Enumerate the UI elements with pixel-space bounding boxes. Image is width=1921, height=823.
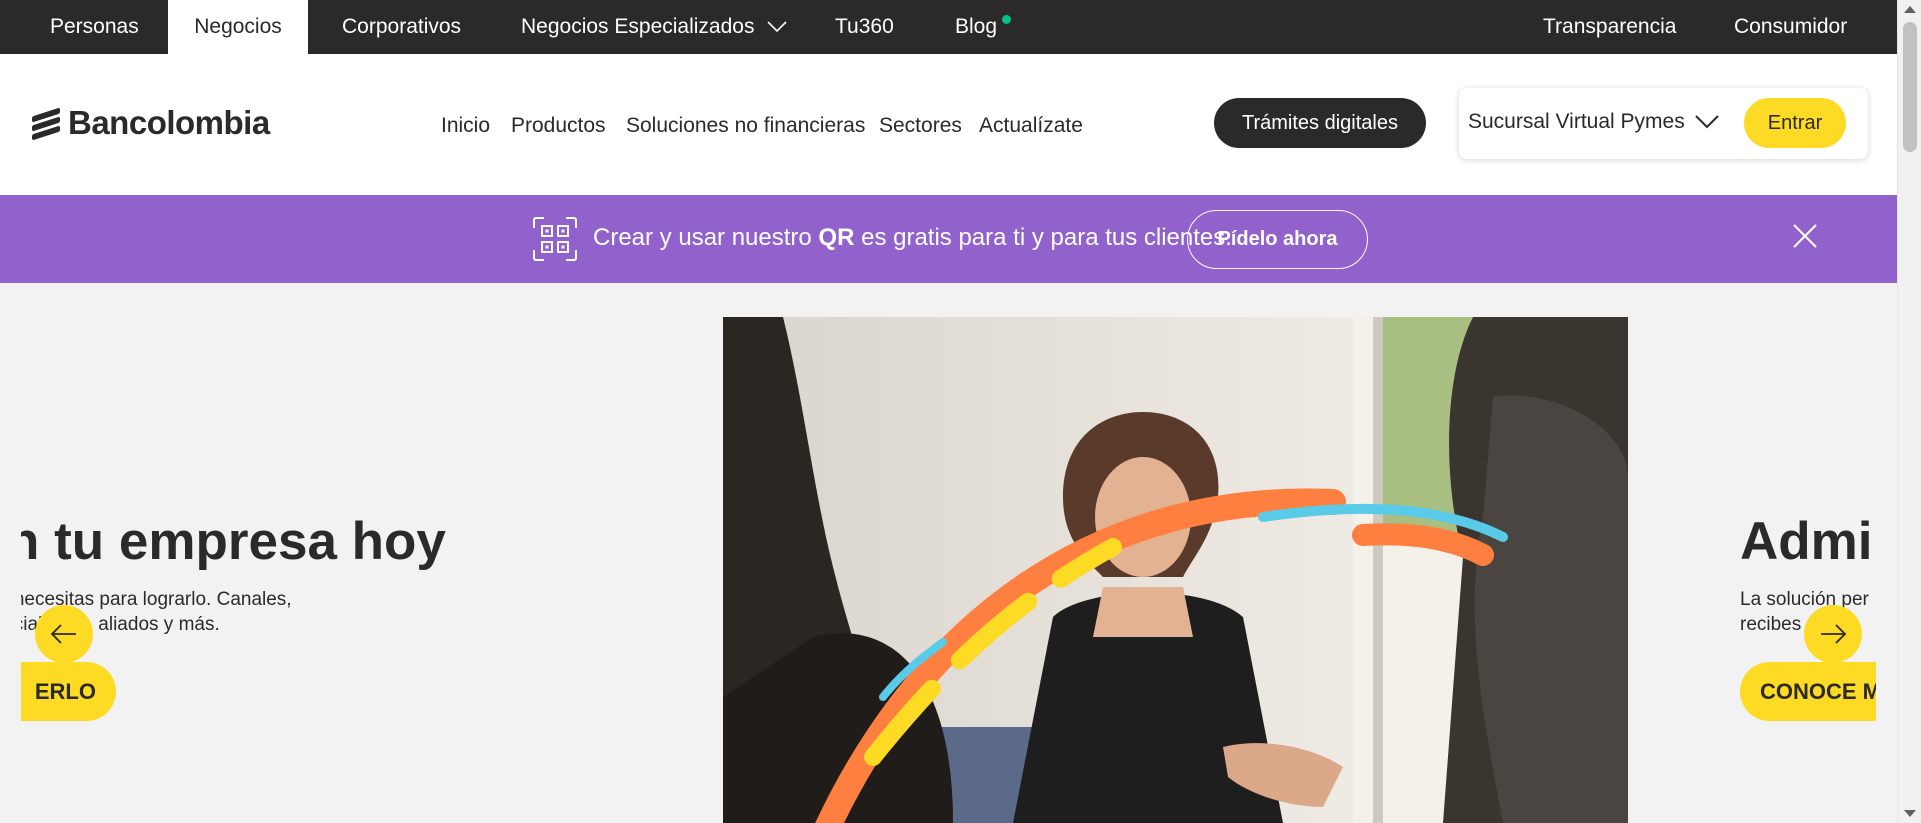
scrollbar-thumb[interactable] xyxy=(1903,22,1917,152)
topbar-item-label: Personas xyxy=(50,15,139,38)
scroll-down-arrow-icon[interactable] xyxy=(1904,810,1916,817)
nav-productos[interactable]: Productos xyxy=(511,114,606,138)
topbar-item-label: Tu360 xyxy=(835,15,894,38)
page-scrollbar[interactable] xyxy=(1897,0,1921,823)
topbar-item-blog[interactable]: Blog xyxy=(955,0,997,54)
sucursal-select[interactable]: Sucursal Virtual Pymes xyxy=(1468,110,1685,134)
pidelo-ahora-button[interactable]: Pídelo ahora xyxy=(1187,210,1368,269)
slide-description-line: La solución per xyxy=(1740,589,1869,610)
scroll-up-arrow-icon[interactable] xyxy=(1904,6,1916,13)
nav-soluciones-no-financieras[interactable]: Soluciones no financieras xyxy=(626,114,865,138)
hero-carousel: a con tu empresa hoy o que necesitas par… xyxy=(0,283,1897,823)
topbar-item-transparencia[interactable]: Transparencia xyxy=(1543,0,1676,54)
topbar-item-label: Blog xyxy=(955,15,998,38)
topbar-item-label: Negocios xyxy=(194,15,282,38)
banner-text-after: es gratis para ti y para tus clientes. xyxy=(854,224,1232,251)
top-bar: Personas Negocios Corporativos Negocios … xyxy=(0,0,1897,54)
slide-title: Admi xyxy=(1740,512,1873,571)
topbar-item-negocios[interactable]: Negocios xyxy=(168,0,308,54)
carousel-slide-next: Admi La solución per recibes s c CONOCE … xyxy=(1740,283,1876,823)
slide-cta-button[interactable]: ERLO xyxy=(21,662,116,721)
carousel-next-button[interactable] xyxy=(1804,605,1862,663)
qr-icon xyxy=(533,217,577,261)
banner-text-bold: QR xyxy=(818,224,855,251)
chevron-down-icon xyxy=(767,21,788,33)
hero-image-handshake xyxy=(723,317,1628,823)
topbar-item-label: Transparencia xyxy=(1543,15,1677,38)
carousel-prev-button[interactable] xyxy=(35,605,93,663)
arrow-right-icon xyxy=(1821,624,1847,644)
bancolombia-logo-icon xyxy=(30,106,62,141)
slide-cta-button[interactable]: CONOCE M xyxy=(1740,662,1876,721)
tramites-digitales-button[interactable]: Trámites digitales xyxy=(1214,98,1426,148)
topbar-item-label: Corporativos xyxy=(342,15,462,38)
nav-inicio[interactable]: Inicio xyxy=(441,114,490,138)
topbar-item-label: Negocios Especializados xyxy=(521,15,755,38)
banner-text: Crear y usar nuestro QR es gratis para t… xyxy=(593,224,1232,252)
slide-title: a con tu empresa hoy xyxy=(21,512,446,571)
sucursal-virtual-card: Sucursal Virtual Pymes Entrar xyxy=(1459,88,1868,159)
arrow-left-icon xyxy=(50,624,76,644)
nav-actualizate[interactable]: Actualízate xyxy=(979,114,1083,138)
main-header: Bancolombia Inicio Productos Soluciones … xyxy=(0,54,1897,195)
topbar-item-label: Consumidor xyxy=(1734,15,1848,38)
topbar-item-corporativos[interactable]: Corporativos xyxy=(342,0,461,54)
entrar-button[interactable]: Entrar xyxy=(1744,98,1846,148)
bancolombia-logo[interactable]: Bancolombia xyxy=(30,104,270,142)
topbar-item-consumidor[interactable]: Consumidor xyxy=(1734,0,1847,54)
banner-text-before: Crear y usar nuestro xyxy=(593,224,819,251)
qr-promo-banner: Crear y usar nuestro QR es gratis para t… xyxy=(0,195,1897,283)
topbar-item-tu360[interactable]: Tu360 xyxy=(835,0,894,54)
nav-sectores[interactable]: Sectores xyxy=(879,114,962,138)
topbar-item-negocios-especializados[interactable]: Negocios Especializados xyxy=(521,0,788,54)
topbar-item-personas[interactable]: Personas xyxy=(50,0,139,54)
carousel-slide-previous: a con tu empresa hoy o que necesitas par… xyxy=(21,283,551,823)
logo-text: Bancolombia xyxy=(68,104,270,141)
chevron-down-icon[interactable] xyxy=(1692,106,1722,136)
close-icon[interactable] xyxy=(1790,221,1820,251)
blog-new-dot xyxy=(1002,15,1011,24)
